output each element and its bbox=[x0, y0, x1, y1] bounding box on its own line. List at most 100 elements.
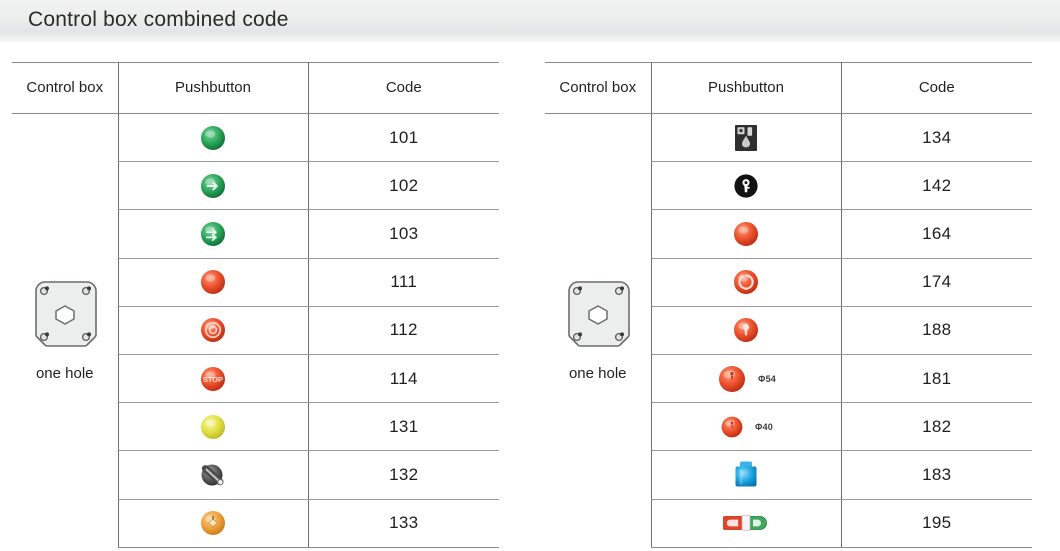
code-value: 133 bbox=[389, 513, 419, 533]
pushbutton-cell bbox=[117, 209, 309, 259]
pushbutton-group bbox=[652, 259, 841, 306]
pushbutton-group bbox=[119, 403, 308, 450]
code-cell: 133 bbox=[308, 499, 499, 548]
pushbutton-group bbox=[652, 114, 841, 161]
pushbutton-group: Φ54 bbox=[652, 355, 841, 402]
code-value: 131 bbox=[389, 416, 419, 436]
code-cell: 103 bbox=[308, 209, 499, 259]
column-header-code-left: Code bbox=[308, 62, 499, 114]
column-header-pushbutton-right: Pushbutton bbox=[650, 62, 842, 114]
pushbutton-group bbox=[119, 307, 308, 354]
code-value: 174 bbox=[922, 272, 952, 292]
control-box-caption: one hole bbox=[35, 365, 94, 383]
code-cell: 114 bbox=[308, 354, 499, 404]
pushbutton-cell bbox=[117, 450, 309, 500]
code-cell: 101 bbox=[308, 113, 499, 163]
red-mushroom-button-icon bbox=[734, 221, 758, 246]
table-row: one hole 134 bbox=[545, 113, 1032, 382]
pushbutton-cell: Φ54 bbox=[650, 354, 842, 404]
control-box-group: one hole bbox=[545, 279, 651, 382]
enclosure-one-hole-icon bbox=[34, 281, 97, 347]
code-cell: 181 bbox=[841, 354, 1032, 404]
red-stop-text-button-icon: STOP bbox=[201, 366, 225, 391]
code-table-left: Control box Pushbutton Code one hole 101 102 1… bbox=[12, 62, 499, 548]
green-double-arrow-button-icon bbox=[201, 221, 225, 246]
diameter-label: Φ54 bbox=[758, 373, 776, 384]
red-key-release-button-icon bbox=[734, 318, 758, 343]
page-title: Control box combined code bbox=[28, 8, 289, 31]
pushbutton-cell: Φ40 bbox=[650, 402, 842, 452]
table-row: one hole 101 bbox=[12, 113, 499, 382]
code-value: 188 bbox=[922, 320, 952, 340]
code-table-right: Control box Pushbutton Code one hole 134 142 1… bbox=[545, 62, 1032, 548]
dark-square-selector-icon bbox=[735, 124, 757, 151]
red-mushroom-small-button-icon bbox=[721, 416, 743, 438]
enclosure-one-hole-icon bbox=[567, 281, 630, 347]
pushbutton-cell bbox=[650, 306, 842, 355]
code-value: 183 bbox=[922, 464, 952, 484]
pushbutton-cell bbox=[117, 258, 309, 307]
column-header-code-label: Code bbox=[385, 79, 422, 96]
diameter-label: Φ40 bbox=[755, 421, 773, 432]
code-cell: 195 bbox=[841, 499, 1032, 548]
code-value: 114 bbox=[389, 368, 418, 388]
red-mushroom-large-button-icon bbox=[719, 365, 745, 392]
pushbutton-group bbox=[119, 162, 308, 209]
code-value: 195 bbox=[922, 513, 952, 533]
pushbutton-cell bbox=[650, 258, 842, 307]
code-value: 181 bbox=[922, 368, 952, 388]
pushbutton-group bbox=[119, 114, 308, 161]
code-cell: 132 bbox=[308, 450, 499, 500]
column-header-pushbutton-left: Pushbutton bbox=[117, 62, 309, 114]
column-header-control-box-left: Control box bbox=[12, 62, 118, 114]
code-table-left: Control box Pushbutton Code one hole 101 102 1… bbox=[12, 62, 499, 548]
column-header-code-right: Code bbox=[841, 62, 1032, 114]
pushbutton-group bbox=[119, 451, 308, 498]
code-value: 182 bbox=[922, 416, 952, 436]
pushbutton-cell bbox=[117, 113, 309, 163]
code-cell: 182 bbox=[841, 402, 1032, 452]
pushbutton-cell bbox=[650, 161, 842, 211]
code-value: 103 bbox=[389, 223, 419, 243]
pushbutton-group bbox=[652, 451, 841, 498]
code-value: 102 bbox=[389, 175, 419, 195]
title-bar: Control box combined code bbox=[0, 0, 1060, 42]
red-round-button-icon bbox=[201, 270, 225, 295]
red-ring-button-icon bbox=[201, 318, 225, 343]
code-cell: 183 bbox=[841, 450, 1032, 500]
pushbutton-cell bbox=[650, 499, 842, 548]
code-value: 111 bbox=[390, 272, 418, 292]
pushbutton-cell bbox=[117, 306, 309, 355]
pushbutton-cell bbox=[117, 402, 309, 452]
code-cell: 134 bbox=[841, 113, 1032, 163]
code-cell: 102 bbox=[308, 161, 499, 211]
column-header-control-box-right: Control box bbox=[545, 62, 651, 114]
pushbutton-group bbox=[119, 259, 308, 306]
code-table-right: Control box Pushbutton Code one hole 134 142 1… bbox=[545, 62, 1032, 548]
green-round-button-icon bbox=[201, 125, 225, 150]
code-value: 101 bbox=[389, 127, 419, 147]
code-cell: 142 bbox=[841, 161, 1032, 211]
dark-selector-switch-icon bbox=[201, 464, 224, 486]
control-box-cell-right: one hole bbox=[545, 114, 651, 548]
pushbutton-cell bbox=[650, 209, 842, 259]
orange-selector-button-icon bbox=[201, 511, 225, 536]
pushbutton-group bbox=[119, 500, 308, 547]
black-key-switch-icon bbox=[734, 174, 758, 198]
red-green-dual-rocker-icon bbox=[723, 515, 767, 531]
red-twist-release-button-icon bbox=[734, 270, 758, 295]
code-value: 142 bbox=[922, 175, 952, 195]
green-arrow-right-button-icon bbox=[201, 173, 225, 198]
pushbutton-group: Φ40 bbox=[652, 403, 841, 450]
pushbutton-group bbox=[652, 162, 841, 209]
column-header-pushbutton-label: Pushbutton bbox=[175, 79, 251, 96]
code-cell: 188 bbox=[841, 306, 1032, 355]
pushbutton-group bbox=[119, 210, 308, 257]
pushbutton-group bbox=[652, 500, 841, 547]
yellow-round-button-icon bbox=[201, 414, 225, 439]
pushbutton-group bbox=[652, 210, 841, 257]
code-value: 112 bbox=[389, 320, 418, 340]
column-header-control-box-label: Control box bbox=[559, 79, 637, 96]
pushbutton-cell bbox=[117, 161, 309, 211]
column-header-code-label: Code bbox=[918, 79, 955, 96]
